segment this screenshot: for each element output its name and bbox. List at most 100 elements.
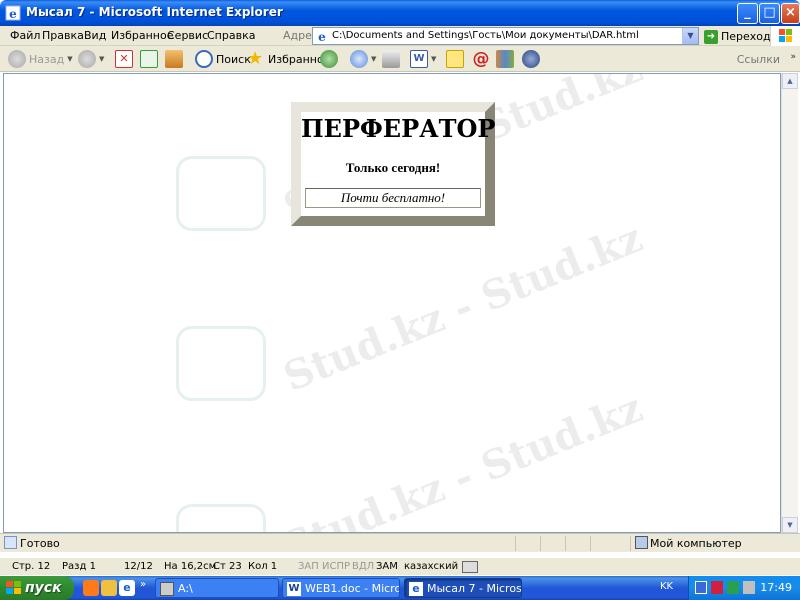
menu-file[interactable]: Файл	[10, 29, 40, 42]
maximize-button[interactable]: □	[759, 3, 780, 24]
ie-task-icon: e	[409, 582, 423, 596]
watermark-logo-icon	[176, 156, 266, 231]
refresh-button[interactable]	[140, 49, 158, 69]
back-dropdown-icon[interactable]: ▼	[67, 55, 72, 63]
address-input[interactable]: C:\Documents and Settings\Гость\Мои доку…	[332, 30, 677, 41]
back-button[interactable]: Назад ▼	[8, 49, 73, 69]
forward-button[interactable]: ▼	[78, 49, 104, 69]
task-button-word[interactable]: W WEB1.doc - Microsoft...	[282, 578, 400, 598]
tray-antivirus-icon[interactable]	[711, 581, 723, 594]
go-arrow-icon[interactable]: ➜	[704, 30, 718, 44]
mail-icon	[350, 50, 368, 68]
spelling-icon[interactable]	[462, 561, 478, 573]
print-button[interactable]	[382, 49, 400, 69]
books-icon	[496, 50, 514, 68]
quicklaunch-overflow-icon[interactable]: »	[140, 579, 146, 590]
watermark-text: Stud.kz - Stud.kz	[277, 384, 649, 533]
links-button[interactable]: Ссылки	[737, 53, 780, 66]
start-button[interactable]: пуск	[0, 576, 74, 600]
column-number: Кол 1	[248, 561, 278, 572]
edit-button[interactable]: W ▼	[410, 49, 436, 69]
standard-toolbar: Назад ▼ ▼ ✕ Поиск ★ Избранное ▼ W ▼ @ Сс…	[0, 46, 800, 72]
forward-arrow-icon	[78, 50, 96, 68]
stop-button[interactable]: ✕	[115, 49, 133, 69]
tray-network-icon[interactable]	[695, 581, 707, 594]
watermark-logo-icon	[176, 504, 266, 532]
svg-text:e: e	[9, 7, 17, 21]
home-button[interactable]	[165, 49, 183, 69]
page-count: 12/12	[124, 561, 153, 572]
extend-indicator[interactable]: ВДЛ	[352, 561, 374, 572]
language-indicator: казахский	[404, 561, 459, 572]
discuss-button[interactable]	[446, 49, 464, 69]
watermark-text: Stud.kz - Stud.kz	[277, 214, 649, 401]
quicklaunch-ie-icon[interactable]: e	[119, 580, 135, 596]
menu-view[interactable]: Вид	[84, 29, 106, 42]
word-status-bar: Стр. 12 Разд 1 12/12 На 16,2см Ст 23 Кол…	[0, 557, 800, 575]
banner-subtitle: Только сегодня!	[345, 160, 441, 175]
page-icon: e	[318, 30, 326, 43]
scroll-up-icon[interactable]: ▲	[782, 73, 798, 89]
system-tray: 17:49	[688, 576, 800, 600]
svg-text:e: e	[318, 30, 326, 43]
media-icon	[320, 50, 338, 68]
watermark-logo-icon	[176, 326, 266, 401]
vertical-scrollbar[interactable]: ▲ ▼	[781, 73, 798, 533]
section-number: Разд 1	[62, 561, 96, 572]
quicklaunch-app-icon[interactable]	[101, 580, 117, 596]
line-number: Ст 23	[213, 561, 242, 572]
page-status-icon	[4, 536, 17, 549]
address-dropdown-icon[interactable]: ▼	[682, 28, 698, 44]
home-icon	[165, 50, 183, 68]
go-button[interactable]: Переход	[721, 30, 771, 43]
quicklaunch-mail-icon[interactable]	[83, 580, 99, 596]
internet-explorer-icon: e	[5, 5, 21, 21]
input-language[interactable]: KK	[660, 581, 673, 592]
page-viewport[interactable]: Stud.kz - Stud.kz Stud.kz - Stud.kz Stud…	[3, 73, 781, 533]
scroll-down-icon[interactable]: ▼	[782, 517, 798, 533]
close-button[interactable]: ×	[781, 3, 800, 24]
task-button-ie[interactable]: e Мысал 7 - Microsoft I...	[404, 578, 522, 598]
task-button-drive[interactable]: A:\	[155, 578, 279, 598]
windows-flag-icon	[6, 581, 21, 594]
contacts-button[interactable]	[522, 49, 540, 69]
overtype-indicator[interactable]: ЗАМ	[376, 561, 398, 572]
word-icon: W	[410, 50, 428, 68]
search-button[interactable]: Поиск	[195, 49, 251, 69]
forward-dropdown-icon[interactable]: ▼	[99, 55, 104, 63]
minimize-button[interactable]: _	[737, 3, 758, 24]
banner-title: ПЕРФЕРАТОР	[301, 114, 496, 143]
menu-favorites[interactable]: Избранное	[111, 29, 173, 42]
cursor-position: На 16,2см	[164, 561, 217, 572]
toolbar-overflow-icon[interactable]: »	[790, 52, 796, 62]
at-icon: @	[472, 49, 490, 69]
mail-dropdown-icon[interactable]: ▼	[371, 55, 376, 63]
browser-status-bar: Готово Мой компьютер	[0, 533, 800, 552]
messenger-button[interactable]: @	[472, 49, 490, 69]
edit-dropdown-icon[interactable]: ▼	[431, 55, 436, 63]
tray-volume-icon[interactable]	[743, 581, 755, 594]
page-number: Стр. 12	[12, 561, 51, 572]
menu-help[interactable]: Справка	[207, 29, 255, 42]
rec-indicator[interactable]: ЗАП	[298, 561, 319, 572]
track-indicator[interactable]: ИСПР	[322, 561, 350, 572]
drive-icon	[160, 582, 174, 596]
media-button[interactable]	[320, 49, 338, 69]
favorites-button[interactable]: ★ Избранное	[247, 49, 330, 69]
research-button[interactable]	[496, 49, 514, 69]
tray-app-icon[interactable]	[727, 581, 739, 594]
menu-bar: Файл Правка Вид Избранное Сервис Справка…	[0, 26, 800, 46]
mail-button[interactable]: ▼	[350, 49, 376, 69]
title-bar[interactable]: e Мысал 7 - Microsoft Internet Explorer …	[0, 0, 800, 26]
word-doc-icon: W	[287, 582, 301, 596]
window-title: Мысал 7 - Microsoft Internet Explorer	[26, 5, 283, 19]
menu-edit[interactable]: Правка	[42, 29, 84, 42]
print-icon	[382, 50, 400, 68]
taskbar: пуск e » A:\ W WEB1.doc - Microsoft... e…	[0, 576, 800, 600]
address-field[interactable]: e C:\Documents and Settings\Гость\Мои до…	[312, 27, 699, 45]
clock[interactable]: 17:49	[760, 581, 792, 594]
refresh-icon	[140, 50, 158, 68]
menu-tools[interactable]: Сервис	[167, 29, 208, 42]
note-icon	[446, 50, 464, 68]
people-icon	[522, 50, 540, 68]
